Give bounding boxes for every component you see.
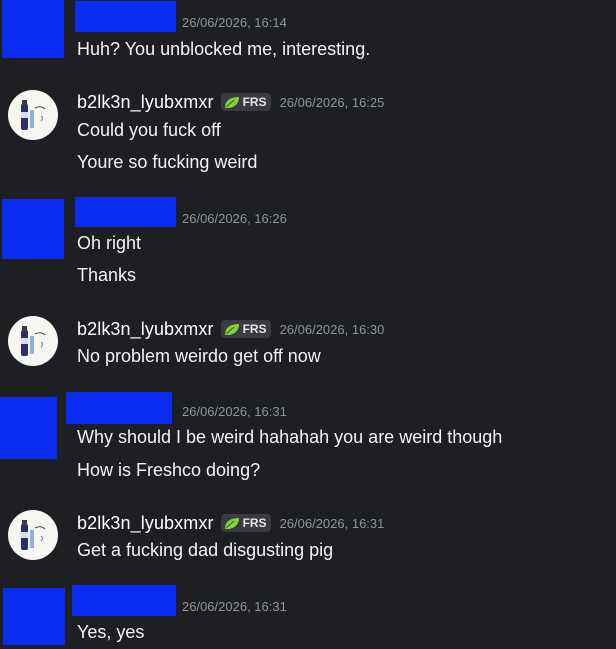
redacted-username[interactable] (75, 1, 176, 32)
username[interactable]: b2lk3n_lyubxmxr (77, 92, 214, 113)
redacted-avatar[interactable] (3, 588, 65, 645)
avatar-drawing-icon (21, 520, 46, 550)
timestamp: 26/06/2026, 16:25 (279, 94, 385, 110)
guild-tag-label: FRS (242, 95, 267, 109)
timestamp: 26/06/2026, 16:31 (182, 598, 287, 614)
redacted-username[interactable] (75, 197, 176, 227)
message-text: Could you fuck off (77, 120, 221, 140)
message-header: 26/06/2026, 16:26 (182, 206, 287, 230)
timestamp: 26/06/2026, 16:14 (182, 14, 287, 30)
user-avatar[interactable] (8, 510, 58, 560)
redacted-avatar[interactable] (0, 397, 57, 459)
leaf-icon (224, 96, 239, 108)
redacted-username[interactable] (66, 392, 172, 424)
guild-tag[interactable]: FRS (220, 320, 271, 338)
message-text: Oh right (77, 233, 142, 253)
message-header: b2lk3n_lyubxmxr FRS 26/06/2026, 16:31 (77, 511, 384, 535)
timestamp: 26/06/2026, 16:30 (279, 321, 385, 337)
message-text: Huh? You unblocked me, interesting. (77, 39, 371, 59)
message-text: Thanks (77, 265, 137, 285)
guild-tag[interactable]: FRS (220, 514, 271, 532)
avatar-drawing-icon (21, 326, 46, 356)
leaf-icon (224, 517, 239, 529)
message-header: b2lk3n_lyubxmxr FRS 26/06/2026, 16:25 (77, 90, 384, 114)
message-header: 26/06/2026, 16:31 (182, 594, 287, 618)
timestamp: 26/06/2026, 16:31 (279, 515, 385, 531)
message-text: How is Freshco doing? (77, 460, 261, 480)
message-text: Yes, yes (77, 622, 145, 642)
guild-tag-label: FRS (242, 322, 267, 336)
message-text: Why should I be weird hahahah you are we… (77, 427, 503, 447)
timestamp: 26/06/2026, 16:31 (182, 403, 287, 419)
message-header: 26/06/2026, 16:14 (182, 10, 287, 34)
redacted-username[interactable] (72, 585, 176, 616)
timestamp: 26/06/2026, 16:26 (182, 210, 287, 226)
message-text: Get a fucking dad disgusting pig (77, 540, 334, 560)
user-avatar[interactable] (8, 316, 58, 366)
message-text: Youre so fucking weird (77, 152, 258, 172)
message-header: b2lk3n_lyubxmxr FRS 26/06/2026, 16:30 (77, 317, 384, 341)
guild-tag-label: FRS (242, 516, 267, 530)
redacted-avatar[interactable] (2, 0, 64, 58)
username[interactable]: b2lk3n_lyubxmxr (77, 513, 214, 534)
user-avatar[interactable] (8, 90, 58, 140)
leaf-icon (224, 323, 239, 335)
message-text: No problem weirdo get off now (77, 346, 321, 366)
username[interactable]: b2lk3n_lyubxmxr (77, 319, 214, 340)
guild-tag[interactable]: FRS (220, 93, 271, 111)
redacted-avatar[interactable] (2, 199, 64, 259)
chat-log: 26/06/2026, 16:14 Huh? You unblocked me,… (0, 0, 616, 649)
message-header: 26/06/2026, 16:31 (182, 399, 287, 423)
avatar-drawing-icon (21, 100, 46, 130)
